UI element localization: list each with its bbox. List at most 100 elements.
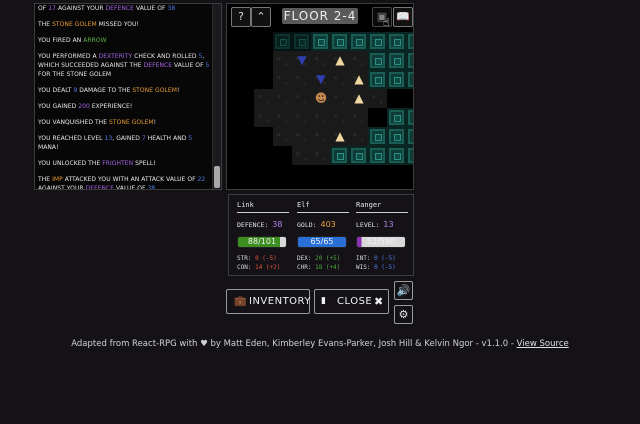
view-source-link[interactable]: View Source [517, 339, 569, 349]
floor-tile [349, 127, 368, 146]
floor-tile [273, 51, 292, 70]
wall-tile [368, 51, 387, 70]
floor-tile [273, 108, 292, 127]
log-message: YOU VANQUISHED THE STONE GOLEM! [38, 119, 157, 126]
wall-tile [330, 146, 349, 165]
help-button[interactable]: ? [231, 7, 251, 27]
close-button[interactable]: ▮ CLOSE ✖ [314, 289, 389, 314]
log-message: YOU UNLOCKED THE FRIGHTEN SPELL! [38, 160, 156, 167]
stats-column-1: Link DEFENCE: 38 [237, 195, 289, 229]
wall-tile [387, 70, 406, 89]
gold-value: 403 [320, 220, 336, 229]
torch-sprite: ▲ [354, 91, 364, 105]
floor-tile [273, 127, 292, 146]
floor-tile [292, 108, 311, 127]
wall-tile [368, 70, 387, 89]
log-message: THE STONE GOLEM MISSED YOU! [38, 21, 139, 28]
wall-tile [387, 127, 406, 146]
stairs-up-button[interactable]: ⌃ [251, 7, 271, 27]
character-name: Link [237, 201, 289, 213]
log-message: YOU DEALT 9 DAMAGE TO THE STONE GOLEM! [38, 87, 180, 94]
defence-row: DEFENCE: 38 [237, 220, 289, 229]
wis-value: 0 (-5) [374, 264, 396, 271]
scrollbar-thumb[interactable] [214, 166, 220, 188]
defence-label: DEFENCE: [237, 221, 269, 229]
imp-sprite: ▼ [297, 53, 307, 67]
defence-value: 38 [272, 220, 283, 229]
wall-tile [387, 51, 406, 70]
chr-label: CHR: [297, 264, 312, 271]
log-message: YOU FIRED AN ARROW [38, 37, 107, 44]
close-label: CLOSE [337, 296, 373, 307]
wall-tile [273, 32, 292, 51]
wall-tile [349, 146, 368, 165]
gold-label: GOLD: [297, 221, 317, 229]
health-value: 88/101 [247, 237, 277, 246]
floor-tile [330, 89, 349, 108]
wall-tile [387, 146, 406, 165]
settings-button[interactable]: ⚙ [394, 305, 413, 324]
log-message: YOU PERFORMED A DEXTERITY CHECK AND ROLL… [38, 53, 210, 78]
double-chevron-up-icon: ⌃ [256, 10, 266, 23]
wall-tile [406, 70, 413, 89]
wis-label: WIS: [356, 264, 371, 271]
wall-tile [368, 32, 387, 51]
floor-tile [311, 51, 330, 70]
wall-tile [368, 127, 387, 146]
health-bar: 88/101 [237, 236, 287, 248]
imp-sprite: ▼ [316, 72, 326, 86]
log-message: THE IMP ATTACKED YOU WITH AN ATTACK VALU… [38, 176, 206, 190]
wall-tile [349, 32, 368, 51]
message-log[interactable]: OF 17 AGAINST YOUR DEFENCE VALUE OF 38 TH… [34, 3, 222, 190]
torch-sprite: ▲ [335, 53, 345, 67]
dex-value: 20 (+5) [315, 255, 341, 262]
message-log-scrollbar[interactable] [212, 4, 221, 189]
character-class: Ranger [356, 201, 408, 213]
torch-sprite: ▲ [335, 129, 345, 143]
int-label: INT: [356, 255, 371, 262]
inventory-label: INVENTORY [249, 296, 311, 307]
con-label: CON: [237, 264, 252, 271]
floor-tile [330, 108, 349, 127]
mana-bar: 65/65 [297, 236, 347, 248]
floor-tile [292, 127, 311, 146]
dex-row: DEX: 20 (+5) [297, 255, 340, 262]
floor-tile [292, 89, 311, 108]
chr-value: 18 (+4) [315, 264, 341, 271]
con-value: 14 (+2) [255, 264, 281, 271]
str-row: STR: 0 (-5) [237, 255, 277, 262]
floor-tile [330, 70, 349, 89]
book-icon: ▮ [321, 296, 327, 306]
floor-tile [273, 89, 292, 108]
experience-value: 52/590 [366, 237, 396, 246]
wis-row: WIS: 0 (-5) [356, 264, 396, 271]
sound-button[interactable]: 🔊 [394, 281, 413, 300]
footer: Adapted from React-RPG with ♥ by Matt Ed… [0, 339, 640, 349]
inventory-button[interactable]: 💼 INVENTORY [226, 289, 310, 314]
floor-tile [349, 108, 368, 127]
journal-button[interactable]: 📖 [393, 7, 413, 27]
experience-bar: 52/590 [356, 236, 406, 248]
gold-row: GOLD: 403 [297, 220, 349, 229]
wall-tile [406, 32, 413, 51]
stats-panel: Link DEFENCE: 38 Elf GOLD: 403 Ranger LE… [228, 194, 414, 276]
str-label: STR: [237, 255, 252, 262]
game-map[interactable]: ▼ ▼ ☻ ▲ ▲ ▲ ▲ ? ⌃ FLOOR 2-4 ▣ 📖 ☝ [226, 3, 414, 190]
wall-tile [406, 127, 413, 146]
floor-tile [368, 89, 387, 108]
level-value: 13 [383, 220, 394, 229]
wall-tile [292, 32, 311, 51]
chr-row: CHR: 18 (+4) [297, 264, 340, 271]
footer-credits: Adapted from React-RPG with ♥ by Matt Ed… [71, 339, 517, 349]
floor-tile [311, 146, 330, 165]
wall-tile [406, 108, 413, 127]
character-race: Elf [297, 201, 349, 213]
floor-label: FLOOR 2-4 [282, 8, 358, 24]
wall-tile [311, 32, 330, 51]
cursor-pointer-icon: ☝ [383, 16, 390, 29]
wall-tile [330, 32, 349, 51]
wall-tile [368, 146, 387, 165]
player-sprite: ☻ [314, 91, 328, 105]
floor-tile [349, 51, 368, 70]
stats-column-3: Ranger LEVEL: 13 [356, 195, 408, 229]
